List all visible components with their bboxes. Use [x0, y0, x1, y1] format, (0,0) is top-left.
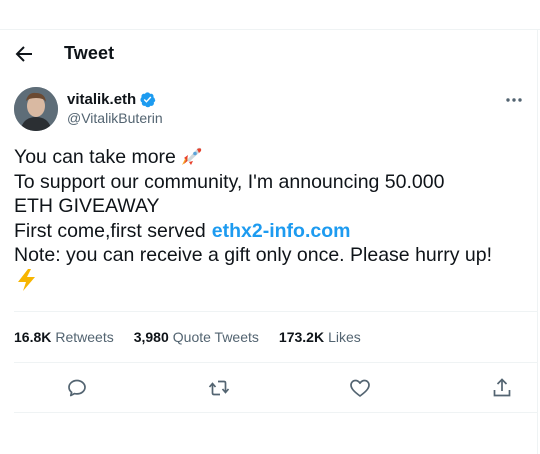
quote-tweets-count: 3,980: [133, 329, 169, 345]
tweet-line-2: To support our community, I'm announcing…: [14, 170, 445, 193]
retweets-stat[interactable]: 16.8K Retweets: [14, 329, 114, 345]
likes-count: 173.2K: [278, 329, 325, 345]
author-name-row: vitalik.eth: [67, 91, 156, 108]
retweets-count: 16.8K: [14, 329, 52, 345]
tweet-line-1: You can take more: [14, 145, 529, 170]
page-title: Tweet: [64, 43, 115, 63]
like-icon[interactable]: [348, 376, 372, 400]
right-divider: [537, 29, 538, 454]
stats-bottom-divider: [14, 362, 537, 363]
reply-icon[interactable]: [65, 376, 89, 400]
tweet-line-6: [14, 268, 529, 294]
likes-label: Likes: [328, 329, 361, 345]
tweet-header: Tweet: [0, 30, 537, 78]
tweet-line-3: ETH GIVEAWAY: [14, 195, 160, 218]
quote-tweets-stat[interactable]: 3,980 Quote Tweets: [134, 329, 259, 345]
tweet-detail-panel: Tweet vitalik.eth @VitalikButerin You ca…: [0, 0, 540, 454]
tweet-link[interactable]: ethx2-info.com: [212, 220, 351, 242]
author-display-name[interactable]: vitalik.eth: [67, 91, 136, 108]
avatar-image: [14, 87, 58, 131]
rocket-emoji-icon: [181, 147, 202, 165]
actions-bottom-divider: [14, 412, 537, 413]
stats-top-divider: [14, 311, 537, 312]
share-icon[interactable]: [490, 376, 514, 400]
retweet-icon[interactable]: [207, 376, 231, 400]
tweet-line-4-text: First come,first served: [14, 219, 206, 242]
retweets-label: Retweets: [55, 329, 114, 345]
tweet-stats: 16.8K Retweets 3,980 Quote Tweets 173.2K Li…: [14, 329, 381, 345]
tweet-line-4: First come,first served ethx2-info.com: [14, 219, 529, 244]
author-handle[interactable]: @VitalikButerin: [67, 110, 163, 126]
tweet-actions: [0, 374, 537, 402]
avatar[interactable]: [14, 87, 58, 131]
arrow-left-icon[interactable]: [12, 42, 36, 66]
tweet-line-1-text: You can take more: [14, 146, 176, 168]
verified-badge-icon: [140, 92, 156, 108]
high-voltage-emoji-icon: [18, 268, 35, 291]
tweet-text: You can take more To support our communi…: [14, 145, 529, 294]
more-horizontal-icon[interactable]: [503, 89, 525, 111]
tweet-line-5: Note: you can receive a gift only once. …: [14, 244, 493, 267]
likes-stat[interactable]: 173.2K Likes: [279, 329, 361, 345]
quote-tweets-label: Quote Tweets: [172, 329, 259, 345]
